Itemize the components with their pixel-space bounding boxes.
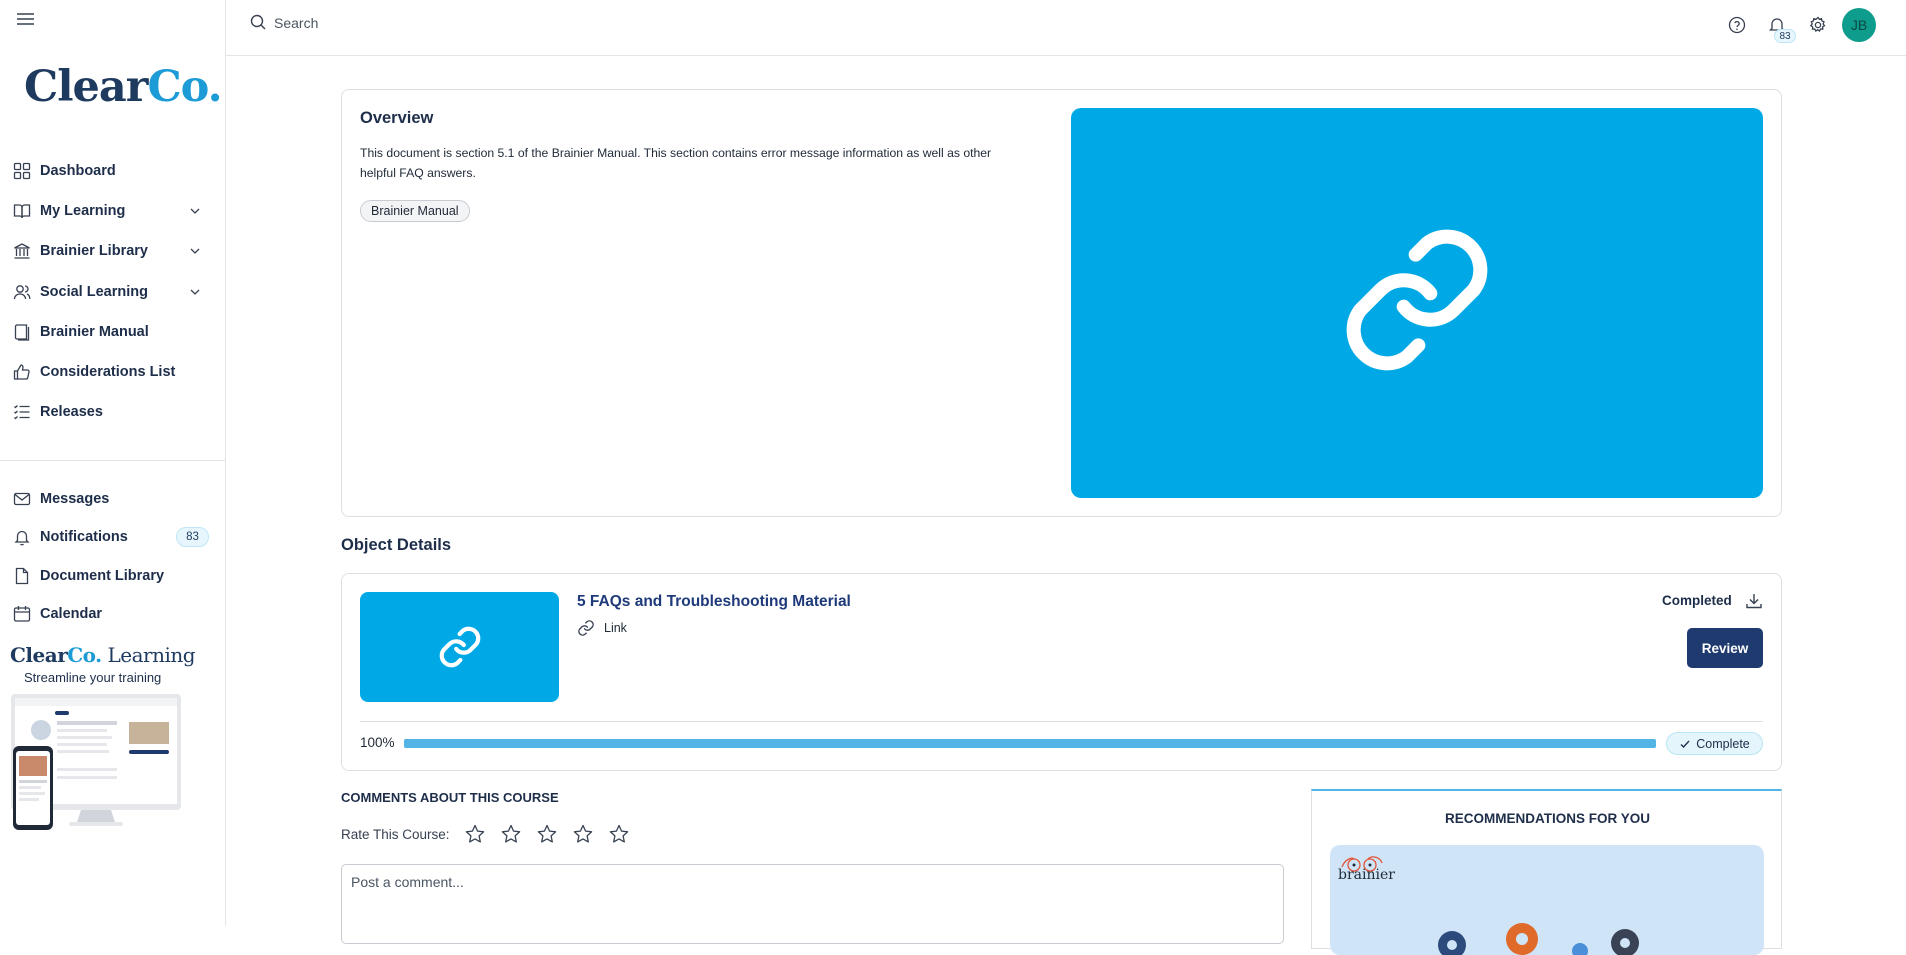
- sidebar-item-dashboard[interactable]: Dashboard: [0, 157, 226, 185]
- chevron-down-icon[interactable]: [189, 205, 201, 217]
- sidebar-item-label: Brainier Manual: [40, 324, 149, 340]
- review-button[interactable]: Review: [1687, 628, 1763, 668]
- menu-icon[interactable]: [16, 10, 40, 30]
- check-icon: [1680, 740, 1690, 748]
- sidebar-item-label: Releases: [40, 404, 103, 420]
- recommendations-title: RECOMMENDATIONS FOR YOU: [1444, 811, 1650, 826]
- star-icon[interactable]: [608, 823, 630, 845]
- sidebar-item-messages[interactable]: Messages: [0, 485, 226, 513]
- sidebar-item-document-library[interactable]: Document Library: [0, 562, 226, 590]
- chevron-down-icon[interactable]: [189, 245, 201, 257]
- status-completed: Completed: [1662, 593, 1732, 608]
- link-icon: [578, 620, 594, 636]
- brand-logo[interactable]: ClearCo.: [24, 62, 223, 112]
- progress-bar: [404, 739, 1656, 748]
- object-thumbnail[interactable]: [360, 592, 559, 702]
- sidebar-item-label: Document Library: [40, 568, 165, 584]
- progress-bar-fill: [404, 739, 1656, 748]
- progress-percent: 100%: [360, 735, 395, 750]
- sidebar-item-label: My Learning: [40, 203, 126, 219]
- star-icon[interactable]: [500, 823, 522, 845]
- tag-chip[interactable]: Brainier Manual: [360, 200, 470, 222]
- star-icon[interactable]: [536, 823, 558, 845]
- notification-count-badge: 83: [176, 527, 209, 547]
- sidebar-divider: [0, 460, 226, 461]
- link-icon: [1346, 229, 1488, 371]
- sidebar-item-notifications[interactable]: Notifications 83: [0, 523, 226, 551]
- gears-icon: [1438, 923, 1639, 955]
- library-icon: [14, 243, 30, 259]
- sidebar-item-social-learning[interactable]: Social Learning: [0, 278, 226, 306]
- chevron-down-icon[interactable]: [189, 286, 201, 298]
- sidebar-item-brainier-manual[interactable]: Brainier Manual: [0, 318, 226, 346]
- star-icon[interactable]: [572, 823, 594, 845]
- promo-tagline: Streamline your training: [24, 670, 162, 685]
- sidebar-item-my-learning[interactable]: My Learning: [0, 197, 226, 225]
- list-icon: [14, 405, 30, 420]
- download-icon[interactable]: [1745, 592, 1763, 610]
- dashboard-icon: [13, 162, 31, 180]
- promo-device-mockup-image[interactable]: [11, 694, 181, 832]
- recommendations-card: RECOMMENDATIONS FOR YOU brainier: [1311, 789, 1782, 955]
- help-icon[interactable]: [1727, 15, 1747, 35]
- overview-hero-image: [1071, 108, 1763, 498]
- gear-icon[interactable]: [1808, 15, 1828, 35]
- overview-description: This document is section 5.1 of the Brai…: [360, 146, 992, 180]
- rate-label: Rate This Course:: [341, 827, 450, 842]
- thumbs-up-icon: [13, 364, 30, 380]
- sidebar-item-label: Considerations List: [40, 364, 176, 380]
- object-title[interactable]: 5 FAQs and Troubleshooting Material: [577, 593, 851, 611]
- complete-label: Complete: [1696, 736, 1750, 751]
- notification-count-badge: 83: [1774, 29, 1796, 43]
- sidebar: ClearCo. Dashboard My Learning Brainier …: [0, 0, 226, 926]
- bell-icon: [14, 530, 30, 546]
- sidebar-item-brainier-library[interactable]: Brainier Library: [0, 237, 226, 265]
- sidebar-item-label: Dashboard: [40, 163, 116, 179]
- search-input[interactable]: [274, 12, 774, 34]
- sidebar-item-label: Calendar: [40, 606, 103, 622]
- link-icon: [439, 626, 481, 668]
- mail-icon: [13, 492, 31, 506]
- recommendation-image[interactable]: brainier: [1330, 845, 1764, 955]
- document-icon: [15, 567, 29, 585]
- complete-badge: Complete: [1666, 732, 1763, 755]
- object-details-title: Object Details: [341, 536, 452, 554]
- avatar[interactable]: JB: [1842, 8, 1876, 42]
- sidebar-item-label: Social Learning: [40, 284, 148, 300]
- promo-logo: ClearCo. Learning: [10, 643, 196, 667]
- details-separator: [360, 721, 1763, 722]
- comment-input[interactable]: [341, 864, 1284, 944]
- search-icon: [250, 14, 266, 30]
- sidebar-item-label: Messages: [40, 491, 110, 507]
- users-icon: [13, 285, 31, 300]
- star-icon[interactable]: [464, 823, 486, 845]
- calendar-icon: [13, 606, 31, 622]
- overview-title: Overview: [360, 109, 434, 127]
- comments-title: COMMENTS ABOUT THIS COURSE: [341, 790, 559, 805]
- sidebar-item-label: Notifications: [40, 529, 128, 545]
- top-bar: 83 JB: [226, 0, 1906, 56]
- recommendation-brand: brainier: [1338, 867, 1395, 883]
- object-type-label: Link: [604, 621, 627, 635]
- manual-icon: [14, 324, 30, 341]
- book-icon: [13, 204, 31, 219]
- sidebar-item-calendar[interactable]: Calendar: [0, 600, 226, 628]
- sidebar-item-releases[interactable]: Releases: [0, 398, 226, 426]
- sidebar-item-label: Brainier Library: [40, 243, 148, 259]
- sidebar-item-considerations-list[interactable]: Considerations List: [0, 358, 226, 386]
